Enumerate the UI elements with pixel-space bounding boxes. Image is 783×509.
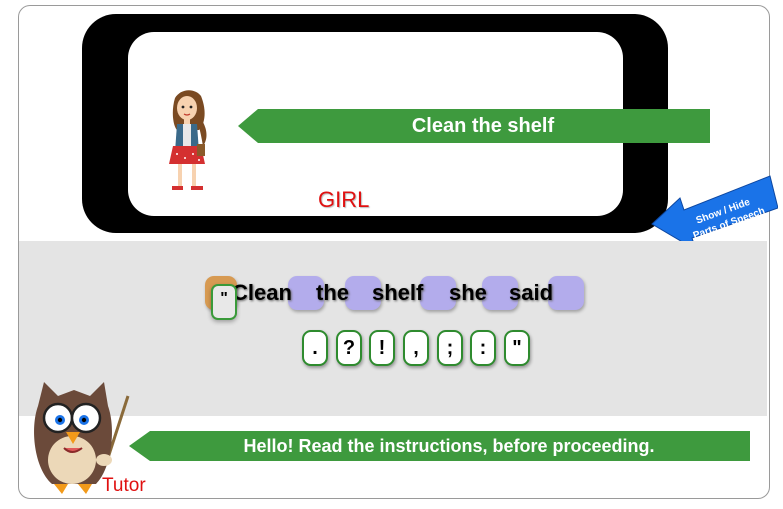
speaker-label: GIRL bbox=[318, 187, 370, 212]
exclamation-key[interactable]: ! bbox=[369, 330, 395, 366]
period-key[interactable]: . bbox=[302, 330, 328, 366]
show-hide-parts-of-speech-button[interactable]: Show / Hide Parts of Speech bbox=[650, 168, 778, 250]
sentence-word-2[interactable]: the bbox=[316, 280, 349, 306]
placed-open-quote-chip[interactable]: " bbox=[211, 284, 237, 320]
question-mark-key[interactable]: ? bbox=[336, 330, 362, 366]
girl-character-icon bbox=[169, 90, 207, 190]
sentence-word-3[interactable]: shelf bbox=[372, 280, 423, 306]
colon-key[interactable]: : bbox=[470, 330, 496, 366]
semicolon-key[interactable]: ; bbox=[437, 330, 463, 366]
sentence-word-5[interactable]: said bbox=[509, 280, 553, 306]
speech-banner-text: Clean the shelf bbox=[411, 115, 555, 137]
instruction-banner-text: Hello! Read the instructions, before pro… bbox=[243, 436, 655, 456]
comma-key[interactable]: , bbox=[403, 330, 429, 366]
sentence-word-1[interactable]: Clean bbox=[232, 280, 292, 306]
tutor-label: Tutor bbox=[102, 475, 146, 496]
sentence-word-4[interactable]: she bbox=[449, 280, 487, 306]
word-gap-slot-5[interactable] bbox=[548, 276, 584, 310]
quote-key[interactable]: " bbox=[504, 330, 530, 366]
